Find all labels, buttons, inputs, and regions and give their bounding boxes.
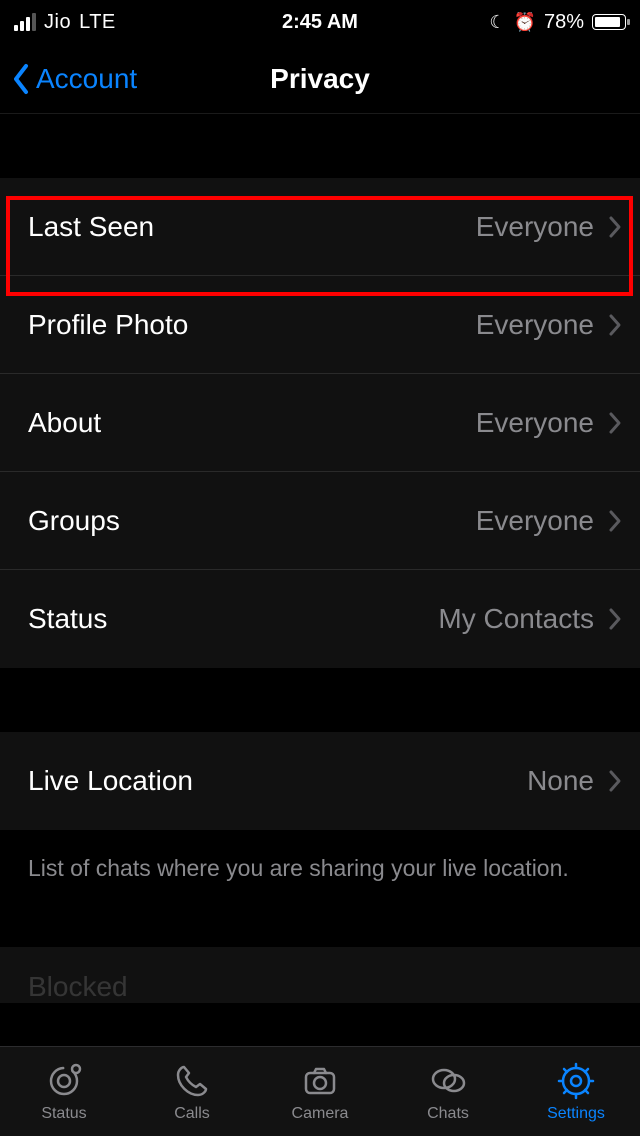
tab-label: Camera [292,1105,349,1123]
battery-percent-label: 78% [544,11,584,34]
chevron-right-icon [608,769,622,793]
carrier-label: Jio [44,11,71,34]
chats-icon [428,1061,468,1101]
row-blocked[interactable]: Blocked [0,947,640,1003]
tab-status[interactable]: Status [0,1047,128,1136]
nav-bar: Account Privacy [0,44,640,114]
chevron-right-icon [608,509,622,533]
row-label: Groups [28,505,120,537]
row-label: Live Location [28,765,193,797]
row-value: None [527,765,594,797]
calls-icon [172,1061,212,1101]
row-label: Last Seen [28,211,154,243]
chevron-right-icon [608,313,622,337]
row-value: Everyone [476,211,594,243]
tab-chats[interactable]: Chats [384,1047,512,1136]
back-button[interactable]: Account [0,63,137,95]
row-last-seen[interactable]: Last Seen Everyone [0,178,640,276]
row-value: Everyone [476,505,594,537]
chevron-right-icon [608,607,622,631]
row-value: Everyone [476,407,594,439]
clock-label: 2:45 AM [282,11,358,34]
tab-label: Settings [547,1105,605,1123]
chevron-right-icon [608,411,622,435]
row-profile-photo[interactable]: Profile Photo Everyone [0,276,640,374]
signal-strength-icon [14,13,36,31]
tab-settings[interactable]: Settings [512,1047,640,1136]
row-about[interactable]: About Everyone [0,374,640,472]
chevron-right-icon [608,215,622,239]
row-label: About [28,407,101,439]
settings-icon [556,1061,596,1101]
tab-label: Chats [427,1105,469,1123]
row-label: Blocked [28,971,128,1003]
tab-label: Status [41,1105,86,1123]
row-label: Status [28,603,107,635]
alarm-icon: ⏰ [514,12,536,33]
chevron-left-icon [12,63,30,95]
row-live-location[interactable]: Live Location None [0,732,640,830]
back-label: Account [36,63,137,95]
camera-icon [300,1061,340,1101]
row-status[interactable]: Status My Contacts [0,570,640,668]
row-value: My Contacts [438,603,594,635]
tab-label: Calls [174,1105,210,1123]
tab-bar: Status Calls Camera Chats [0,1046,640,1136]
page-title: Privacy [270,63,370,95]
row-value: Everyone [476,309,594,341]
battery-icon [592,14,626,30]
row-label: Profile Photo [28,309,188,341]
network-label: LTE [79,11,116,34]
row-groups[interactable]: Groups Everyone [0,472,640,570]
tab-camera[interactable]: Camera [256,1047,384,1136]
status-bar: Jio LTE 2:45 AM ☾ ⏰ 78% [0,0,640,44]
do-not-disturb-icon: ☾ [489,12,505,33]
live-location-footer: List of chats where you are sharing your… [0,830,640,907]
status-icon [44,1061,84,1101]
tab-calls[interactable]: Calls [128,1047,256,1136]
